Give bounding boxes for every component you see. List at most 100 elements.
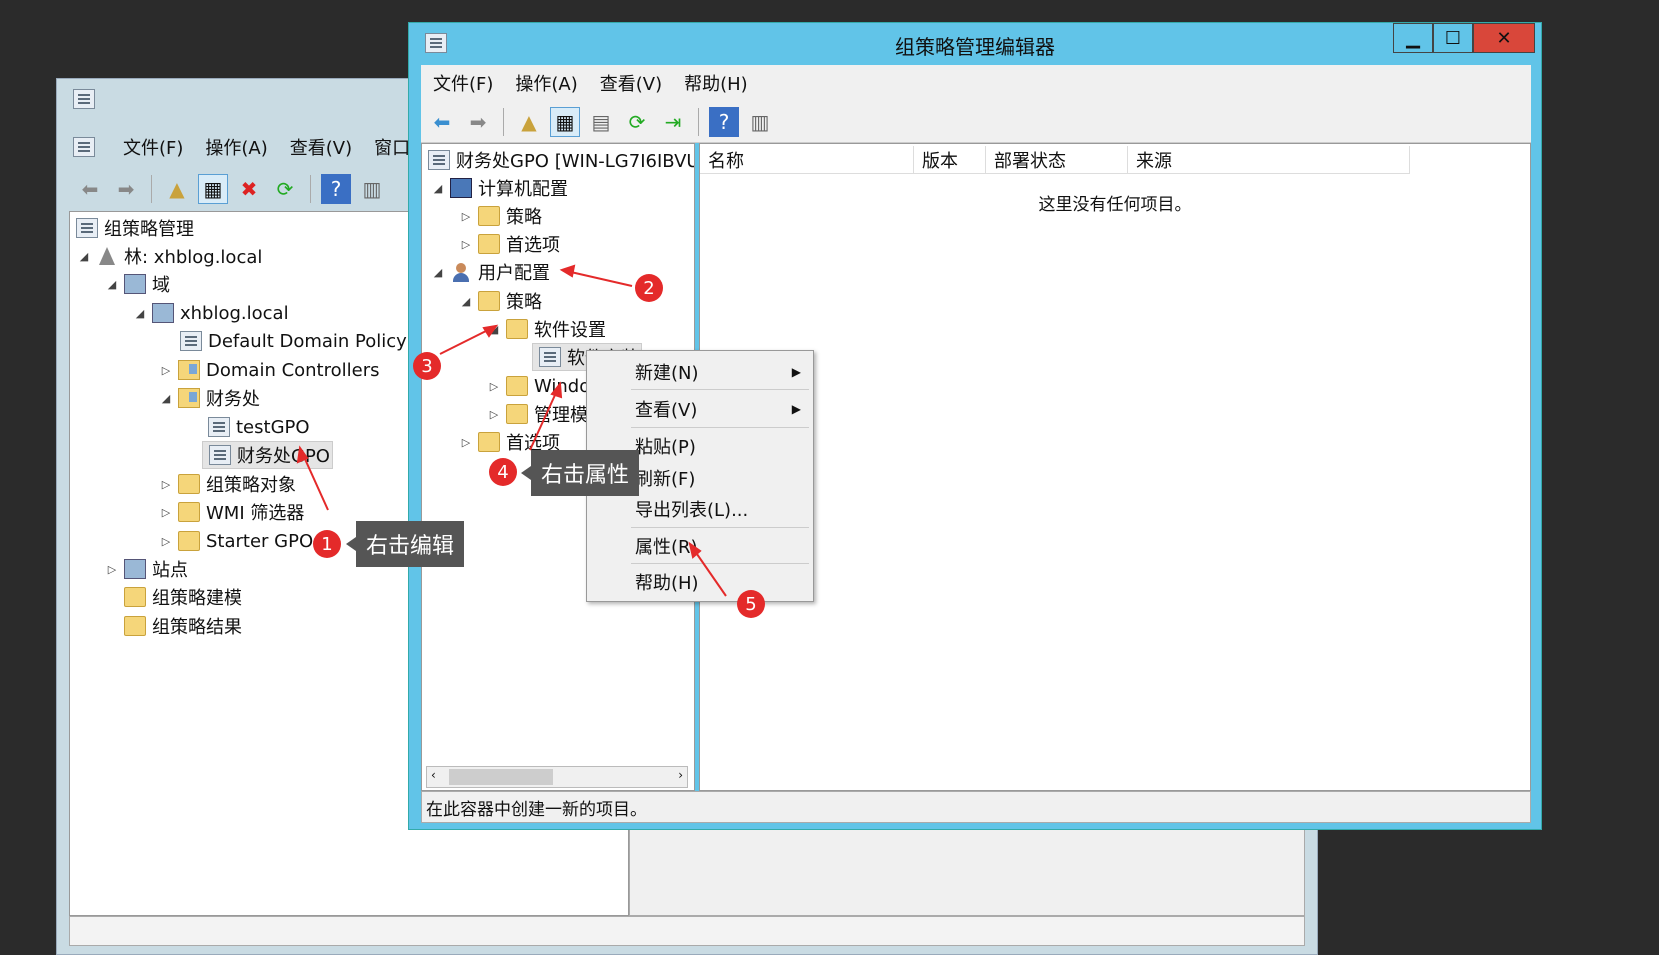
gpm-app-icon [73, 89, 95, 109]
tree-horizontal-scrollbar[interactable]: ‹ › [426, 766, 688, 788]
collapse-icon[interactable]: ◢ [158, 392, 174, 405]
up-folder-icon[interactable]: ▲ [162, 174, 192, 204]
expand-icon[interactable]: ▷ [458, 238, 474, 251]
tree-node-starter[interactable]: ▷ Starter GPO [158, 527, 313, 555]
collapse-icon[interactable]: ◢ [76, 250, 92, 263]
collapse-icon[interactable]: ◢ [104, 278, 120, 291]
expand-icon[interactable]: ▷ [104, 563, 120, 576]
modeling-icon [124, 587, 146, 607]
help-icon[interactable]: ? [709, 106, 739, 137]
expand-icon[interactable]: ▷ [458, 210, 474, 223]
tree-node-finance-gpo[interactable]: 财务处GPO [202, 441, 333, 469]
ctx-item-properties[interactable]: 属性(R) [591, 529, 811, 563]
show-hide-tree-icon[interactable]: ▦ [198, 174, 228, 204]
collapse-icon[interactable]: ◢ [430, 182, 446, 195]
scroll-thumb[interactable] [449, 769, 553, 785]
scroll-right-icon[interactable]: › [678, 768, 683, 782]
gpe-menu-view[interactable]: 查看(V) [600, 70, 662, 96]
properties-icon[interactable]: ▤ [586, 107, 616, 137]
menu-separator [631, 527, 809, 528]
tree-node-user-config[interactable]: ◢ 用户配置 [430, 258, 550, 286]
forward-arrow-icon[interactable]: ➡ [463, 107, 493, 137]
back-arrow-icon[interactable]: ⬅ [75, 174, 105, 204]
expand-icon[interactable]: ▷ [158, 364, 174, 377]
forward-arrow-icon[interactable]: ➡ [111, 174, 141, 204]
tree-node-computer-config[interactable]: ◢ 计算机配置 [430, 174, 568, 202]
ctx-item-export[interactable]: 导出列表(L)... [591, 492, 811, 526]
expand-icon[interactable]: ▷ [158, 535, 174, 548]
gpe-menu-file[interactable]: 文件(F) [433, 70, 493, 96]
tree-node-windows-settings[interactable]: ▷ Windo [486, 372, 590, 400]
tree-node-user-policy[interactable]: ◢ 策略 [458, 287, 542, 315]
results-icon [124, 616, 146, 636]
show-hide-tree-icon[interactable]: ▦ [550, 106, 580, 137]
column-header-version[interactable]: 版本 [914, 146, 986, 174]
expand-icon[interactable]: ▷ [486, 408, 502, 421]
collapse-icon[interactable]: ◢ [430, 266, 446, 279]
tree-node-modeling[interactable]: 组策略建模 [120, 583, 242, 611]
ctx-item-view[interactable]: 查看(V) ▶ [591, 392, 811, 426]
tree-node-gpo-root[interactable]: 财务处GPO [WIN-LG7I6IBVUI [424, 146, 694, 174]
column-header-deploy-state[interactable]: 部署状态 [986, 146, 1128, 174]
folder-icon [478, 234, 500, 254]
tree-node-comp-prefs[interactable]: ▷ 首选项 [458, 230, 560, 258]
tree-node-domain[interactable]: ◢ xhblog.local [132, 299, 289, 327]
submenu-arrow-icon: ▶ [791, 365, 801, 379]
expand-icon[interactable]: ▷ [486, 380, 502, 393]
action-pane-icon[interactable]: ▥ [357, 174, 387, 204]
scroll-left-icon[interactable]: ‹ [431, 768, 436, 782]
collapse-icon[interactable]: ◢ [458, 295, 474, 308]
user-icon [450, 262, 472, 282]
sites-icon [124, 559, 146, 579]
expand-icon[interactable]: ▷ [158, 478, 174, 491]
tree-node-sites[interactable]: ▷ 站点 [104, 555, 188, 583]
expand-icon[interactable]: ▷ [158, 506, 174, 519]
gpe-window: 组策略管理编辑器 ▁ ☐ ✕ 文件(F) 操作(A) 查看(V) 帮助(H) ⬅… [408, 22, 1542, 830]
refresh-icon[interactable]: ⟳ [622, 107, 652, 137]
tree-node-ou-finance[interactable]: ◢ 财务处 [158, 384, 260, 412]
tree-node-default-policy[interactable]: Default Domain Policy [176, 327, 407, 355]
ctx-item-help[interactable]: 帮助(H) [591, 565, 811, 599]
column-header-name[interactable]: 名称 [700, 146, 914, 174]
ctx-item-new[interactable]: 新建(N) ▶ [591, 355, 811, 389]
tree-node-comp-policy[interactable]: ▷ 策略 [458, 202, 542, 230]
collapse-icon[interactable]: ◢ [132, 307, 148, 320]
empty-list-message: 这里没有任何项目。 [1038, 195, 1192, 215]
gpm-menu-view[interactable]: 查看(V) [290, 134, 352, 160]
gpe-titlebar[interactable]: 组策略管理编辑器 ▁ ☐ ✕ [409, 23, 1541, 65]
refresh-icon[interactable]: ⟳ [270, 174, 300, 204]
tree-node-forest[interactable]: ◢ 林: xhblog.local [76, 242, 262, 270]
tree-node-software-settings[interactable]: ◢ 软件设置 [486, 315, 606, 343]
tree-node-admin-templates[interactable]: ▷ 管理模 [486, 400, 588, 428]
folder-icon [506, 376, 528, 396]
callout-3-badge: 3 [413, 352, 441, 380]
collapse-icon[interactable]: ◢ [486, 323, 502, 336]
gpo-icon [428, 150, 450, 170]
expand-icon[interactable]: ▷ [458, 436, 474, 449]
minimize-button[interactable]: ▁ [1393, 23, 1433, 53]
export-list-icon[interactable]: ⇥ [658, 107, 688, 137]
gpm-menu-action[interactable]: 操作(A) [205, 134, 267, 160]
help-icon[interactable]: ? [321, 174, 351, 204]
back-arrow-icon[interactable]: ⬅ [427, 107, 457, 137]
folder-icon [478, 432, 500, 452]
tree-node-domains[interactable]: ◢ 域 [104, 270, 170, 298]
up-folder-icon[interactable]: ▲ [514, 107, 544, 137]
callout-1-badge: 1 [313, 530, 341, 558]
gpm-menu-file[interactable]: 文件(F) [123, 134, 183, 160]
column-header-source[interactable]: 来源 [1128, 146, 1410, 174]
action-pane-icon[interactable]: ▥ [745, 107, 775, 137]
gpe-statusbar: 在此容器中创建一新的项目。 [421, 791, 1531, 823]
domain-icon [152, 303, 174, 323]
tree-node-wmi[interactable]: ▷ WMI 筛选器 [158, 498, 304, 526]
tree-node-domain-controllers[interactable]: ▷ Domain Controllers [158, 356, 380, 384]
gpe-menu-action[interactable]: 操作(A) [515, 70, 577, 96]
tree-node-testgpo[interactable]: testGPO [204, 413, 310, 441]
tree-node-results[interactable]: 组策略结果 [120, 612, 242, 640]
maximize-button[interactable]: ☐ [1433, 23, 1473, 53]
tree-node-root[interactable]: 组策略管理 [72, 214, 194, 242]
tree-node-gpo-objects[interactable]: ▷ 组策略对象 [158, 470, 296, 498]
close-button[interactable]: ✕ [1473, 23, 1535, 53]
delete-icon[interactable]: ✖ [234, 174, 264, 204]
gpe-menu-help[interactable]: 帮助(H) [684, 70, 748, 96]
